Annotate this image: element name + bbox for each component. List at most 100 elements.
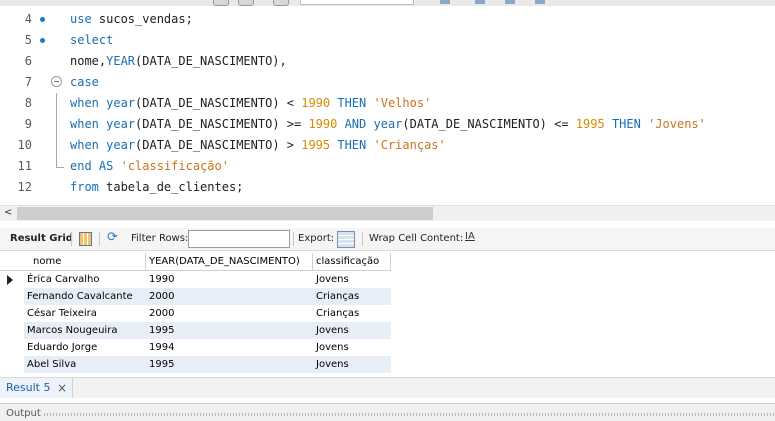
table-cell[interactable]: Marcos Nougeuira <box>24 322 146 339</box>
token-keyword: AS <box>98 159 114 173</box>
splitter-handle[interactable] <box>44 413 775 416</box>
toolbar-find-icon[interactable] <box>475 0 485 4</box>
column-header[interactable]: nome <box>24 253 146 271</box>
token-text: (DATA_DE_NASCIMENTO) < <box>135 96 302 110</box>
table-cell[interactable]: Jovens <box>313 339 391 356</box>
token-keyword: THEN <box>337 138 367 152</box>
output-label: Output <box>6 408 41 419</box>
wrap-cell-content-icon[interactable]: IA <box>465 231 475 242</box>
scroll-left-arrow-icon[interactable]: < <box>4 207 12 218</box>
code-line[interactable]: 6 nome,YEAR(DATA_DE_NASCIMENTO), <box>0 51 775 72</box>
table-cell[interactable]: Eduardo Jorge <box>24 339 146 356</box>
token-keyword: THEN <box>337 96 367 110</box>
table-cell[interactable]: 1995 <box>146 356 313 373</box>
token-string: 'classificação' <box>120 159 229 173</box>
code-line[interactable]: 9 when year(DATA_DE_NASCIMENTO) >= 1990 A… <box>0 114 775 135</box>
result-tabbar: Result 5 × <box>0 377 775 398</box>
filter-rows-input[interactable] <box>188 230 290 248</box>
grid-corner[interactable] <box>0 253 25 271</box>
token-function: year <box>106 96 136 110</box>
tab-result-5[interactable]: Result 5 × <box>0 378 73 398</box>
toolbar-limit-field[interactable] <box>300 0 414 5</box>
table-cell[interactable]: 2000 <box>146 288 313 305</box>
toolbar-beautify-icon[interactable] <box>440 0 450 4</box>
line-number: 6 <box>24 54 32 68</box>
table-cell[interactable]: Fernando Cavalcante <box>24 288 146 305</box>
code-line[interactable]: 12 from tabela_de_clientes; <box>0 177 775 198</box>
row-selector[interactable] <box>0 356 25 373</box>
refresh-icon[interactable]: ⟳ <box>107 231 121 245</box>
code-text: when year(DATA_DE_NASCIMENTO) >= 1990 AN… <box>70 114 706 135</box>
table-cell[interactable]: Abel Silva <box>24 356 146 373</box>
fold-guide <box>56 135 57 156</box>
code-text: nome,YEAR(DATA_DE_NASCIMENTO), <box>70 51 287 72</box>
row-selector[interactable] <box>0 271 25 288</box>
column-header[interactable]: YEAR(DATA_DE_NASCIMENTO) <box>146 253 313 271</box>
code-line[interactable]: 8 when year(DATA_DE_NASCIMENTO) < 1990 TH… <box>0 93 775 114</box>
scrollbar-thumb[interactable] <box>17 207 433 220</box>
fold-guide <box>56 93 57 114</box>
token-string: 'Jovens' <box>648 117 706 131</box>
code-text: case <box>70 72 99 93</box>
code-line[interactable]: 5 select <box>0 30 775 51</box>
table-cell[interactable]: Crianças <box>313 288 391 305</box>
sql-editor[interactable]: 4 use sucos_vendas; 5 select 6 nome,YEAR(DATA… <box>0 6 775 205</box>
close-icon[interactable]: × <box>57 378 67 398</box>
line-number: 8 <box>24 96 32 110</box>
editor-horizontal-scrollbar[interactable]: < <box>0 205 775 221</box>
line-number: 4 <box>24 12 32 26</box>
token-string: 'Crianças' <box>373 138 446 152</box>
table-cell[interactable]: César Teixeira <box>24 305 146 322</box>
filter-rows-label: Filter Rows: <box>131 233 189 244</box>
code-text: when year(DATA_DE_NASCIMENTO) < 1990 THE… <box>70 93 431 114</box>
line-number: 10 <box>17 138 32 152</box>
token-text: (DATA_DE_NASCIMENTO) > <box>135 138 302 152</box>
token-keyword: when <box>70 138 99 152</box>
row-selector[interactable] <box>0 339 25 356</box>
code-line[interactable]: 11 end AS 'classificação' <box>0 156 775 177</box>
token-text: (DATA_DE_NASCIMENTO) >= <box>135 117 309 131</box>
token-number: 1990 <box>308 117 338 131</box>
row-selector[interactable] <box>0 305 25 322</box>
result-grid-label[interactable]: Result Grid <box>10 233 73 244</box>
table-cell[interactable]: 1994 <box>146 339 313 356</box>
table-cell[interactable]: Érica Carvalho <box>24 271 146 288</box>
table-cell[interactable]: Jovens <box>313 322 391 339</box>
row-selector[interactable] <box>0 288 25 305</box>
table-cell[interactable]: 2000 <box>146 305 313 322</box>
grid-view-icon[interactable] <box>79 232 92 246</box>
code-text: use sucos_vendas; <box>70 9 193 30</box>
code-line[interactable]: 10 when year(DATA_DE_NASCIMENTO) > 1995 T… <box>0 135 775 156</box>
toolbar-wrap-icon[interactable] <box>535 0 545 4</box>
table-cell[interactable]: 1990 <box>146 271 313 288</box>
table-cell[interactable]: Jovens <box>313 356 391 373</box>
token-keyword: case <box>70 75 99 89</box>
token-keyword: end <box>70 159 92 173</box>
code-text: when year(DATA_DE_NASCIMENTO) > 1995 THE… <box>70 135 446 156</box>
toolbar-invisible-icon[interactable] <box>505 0 515 4</box>
table-cell[interactable]: Crianças <box>313 305 391 322</box>
export-icon[interactable] <box>337 231 355 248</box>
toolbar-divider <box>71 232 72 246</box>
token-number: 1990 <box>301 96 331 110</box>
output-panel-header[interactable]: Output <box>0 403 775 421</box>
code-line[interactable]: 4 use sucos_vendas; <box>0 9 775 30</box>
token-keyword: THEN <box>611 117 641 131</box>
code-line[interactable]: 7 case <box>0 72 775 93</box>
token-keyword: AND <box>344 117 367 131</box>
column-header[interactable]: classificação <box>313 253 391 271</box>
token-function: year <box>106 117 136 131</box>
code-text: end AS 'classificação' <box>70 156 229 177</box>
token-text: (DATA_DE_NASCIMENTO) <= <box>402 117 576 131</box>
token-number: 1995 <box>575 117 605 131</box>
token-text: sucos_vendas; <box>91 12 193 26</box>
table-cell[interactable]: Jovens <box>313 271 391 288</box>
fold-toggle-icon[interactable] <box>51 76 62 87</box>
table-cell[interactable]: 1995 <box>146 322 313 339</box>
token-text: tabela_de_clientes; <box>98 180 244 194</box>
row-selector[interactable] <box>0 322 25 339</box>
